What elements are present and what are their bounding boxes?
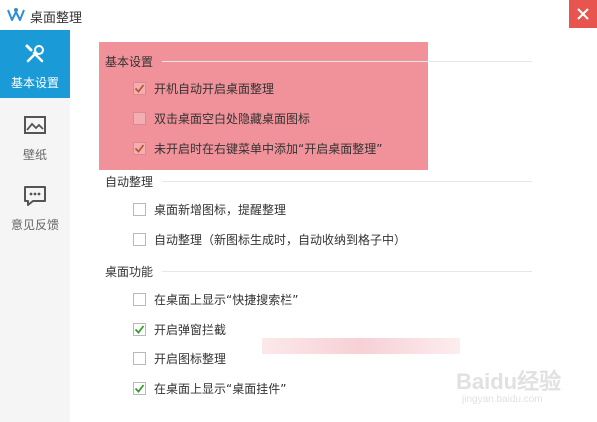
option-new-icon-reminder[interactable]: 桌面新增图标，提醒整理 — [133, 201, 286, 218]
sidebar-item-feedback[interactable]: 意见反馈 — [0, 172, 70, 240]
watermark-text: Baidu经验 — [456, 369, 562, 394]
checkbox[interactable] — [133, 233, 146, 246]
sidebar-item-label: 意见反馈 — [10, 218, 59, 232]
option-label: 开启弹窗拦截 — [154, 323, 227, 337]
sidebar: 基本设置 壁纸 意见反馈 — [0, 30, 70, 422]
checkbox[interactable] — [133, 112, 146, 125]
sidebar-item-label: 壁纸 — [22, 148, 47, 162]
section-title-desktop-features: 桌面功能 — [105, 265, 154, 279]
section-divider — [162, 271, 532, 272]
app-logo-icon — [6, 7, 26, 23]
option-label: 开机自动开启桌面整理 — [154, 82, 275, 96]
sidebar-item-basic-settings[interactable]: 基本设置 — [0, 30, 70, 98]
sidebar-item-wallpaper[interactable]: 壁纸 — [0, 102, 70, 170]
option-icon-organize[interactable]: 开启图标整理 — [133, 350, 226, 367]
option-label: 在桌面上显示“快捷搜索栏” — [154, 293, 299, 307]
option-label: 桌面新增图标，提醒整理 — [154, 203, 287, 217]
title-bar: 桌面整理 — [0, 0, 597, 30]
feedback-icon — [23, 184, 47, 208]
option-autostart[interactable]: 开机自动开启桌面整理 — [133, 80, 274, 97]
section-title-basic: 基本设置 — [105, 55, 154, 69]
checkbox[interactable] — [133, 352, 146, 365]
close-icon — [577, 8, 589, 20]
option-popup-blocker[interactable]: 开启弹窗拦截 — [133, 321, 226, 338]
checkbox[interactable] — [133, 142, 146, 155]
checkbox[interactable] — [133, 82, 146, 95]
checkbox[interactable] — [133, 293, 146, 306]
checkmark-icon — [134, 384, 145, 393]
close-button[interactable] — [569, 0, 597, 28]
checkbox[interactable] — [133, 203, 146, 216]
section-divider — [162, 61, 532, 62]
checkmark-icon — [134, 144, 145, 153]
wallpaper-icon — [23, 114, 47, 138]
option-quick-search-bar[interactable]: 在桌面上显示“快捷搜索栏” — [133, 291, 298, 308]
section-title-auto: 自动整理 — [105, 175, 154, 189]
checkmark-icon — [134, 84, 145, 93]
option-label: 未开启时在右键菜单中添加“开启桌面整理” — [154, 142, 383, 156]
option-label: 自动整理（新图标生成时，自动收纳到格子中） — [154, 233, 407, 247]
option-label: 双击桌面空白处隐藏桌面图标 — [154, 112, 311, 126]
option-context-menu[interactable]: 未开启时在右键菜单中添加“开启桌面整理” — [133, 140, 382, 157]
sidebar-item-label: 基本设置 — [10, 76, 59, 90]
option-auto-organize[interactable]: 自动整理（新图标生成时，自动收纳到格子中） — [133, 231, 406, 248]
checkbox[interactable] — [133, 323, 146, 336]
checkbox[interactable] — [133, 382, 146, 395]
option-label: 在桌面上显示“桌面挂件” — [154, 382, 287, 396]
tools-icon — [23, 42, 47, 66]
window-title: 桌面整理 — [30, 11, 83, 26]
section-divider — [162, 181, 532, 182]
checkmark-icon — [134, 325, 145, 334]
watermark-subtext: jingyan.baidu.com — [462, 394, 543, 405]
option-desktop-widgets[interactable]: 在桌面上显示“桌面挂件” — [133, 380, 286, 397]
blurred-region — [262, 338, 460, 354]
option-hide-icons[interactable]: 双击桌面空白处隐藏桌面图标 — [133, 110, 310, 127]
option-label: 开启图标整理 — [154, 352, 227, 366]
watermark: Baidu经验 jingyan.baidu.com — [456, 364, 584, 408]
